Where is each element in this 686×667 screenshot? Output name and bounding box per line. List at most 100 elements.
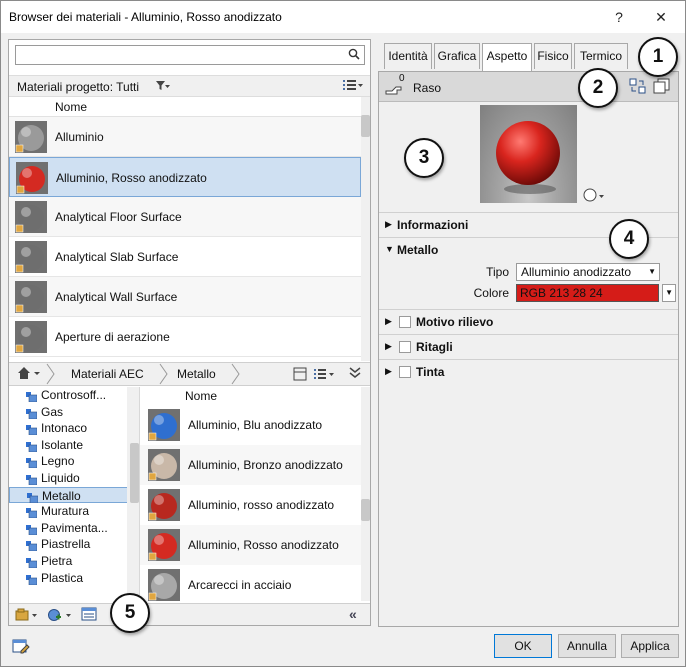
open-library-icon[interactable] <box>15 608 41 625</box>
library-folder-icon <box>26 423 38 436</box>
material-row[interactable]: Aperture di aerazione <box>9 317 361 357</box>
section-ritagli-label: Ritagli <box>416 340 453 354</box>
tree-item[interactable]: Plastica <box>9 570 139 587</box>
search-icon[interactable] <box>348 48 360 63</box>
tree-item[interactable]: Isolante <box>9 437 139 454</box>
tab-aspetto[interactable]: Aspetto <box>482 43 532 71</box>
colore-label: Colore <box>473 286 509 300</box>
filter-icon[interactable] <box>155 80 171 95</box>
help-button[interactable]: ? <box>599 4 639 30</box>
library-material-name: Alluminio, Rosso anodizzato <box>188 538 339 552</box>
tree-item[interactable]: Intonaco <box>9 420 139 437</box>
section-ritagli[interactable]: ▶ Ritagli <box>379 334 678 359</box>
section-motivo-rilievo[interactable]: ▶ Motivo rilievo <box>379 309 678 334</box>
tree-item-label: Pietra <box>41 553 73 568</box>
material-thumbnail <box>15 121 47 153</box>
tree-item[interactable]: Pavimenta... <box>9 520 139 537</box>
tree-item[interactable]: Gas <box>9 404 139 421</box>
colore-value: RGB 213 28 24 <box>520 286 603 300</box>
library-row[interactable]: Alluminio, Blu anodizzato <box>140 405 361 445</box>
tree-scrollbar[interactable] <box>127 387 139 601</box>
tree-item-label: Legno <box>41 454 75 469</box>
home-icon[interactable] <box>17 366 43 383</box>
tree-item[interactable]: Legno <box>9 453 139 470</box>
library-row[interactable]: Alluminio, rosso anodizzato <box>140 485 361 525</box>
collapse-triangle-icon[interactable]: ▼ <box>385 244 394 254</box>
library-view-icon[interactable] <box>313 367 337 384</box>
asset-name: Raso <box>413 81 442 95</box>
expand-down-icon[interactable] <box>349 366 361 383</box>
library-toggle-icon[interactable] <box>293 367 307 384</box>
material-row[interactable]: Alluminio <box>9 117 361 157</box>
material-row[interactable]: Analytical Floor Surface <box>9 197 361 237</box>
tree-item-label: Metallo <box>42 488 81 503</box>
tab-grafica[interactable]: Grafica <box>434 43 480 69</box>
library-folder-icon <box>26 473 38 486</box>
cancel-button[interactable]: Annulla <box>558 634 616 658</box>
left-panel: Materiali progetto: Tutti Nome Alluminio… <box>8 39 371 626</box>
tree-item-label: Muratura <box>41 504 90 519</box>
library-row[interactable]: Arcarecci in acciaio <box>140 565 361 601</box>
library-name-column-header: Nome <box>185 389 218 403</box>
material-name: Analytical Floor Surface <box>55 210 182 224</box>
search-input[interactable] <box>15 45 365 65</box>
tree-item[interactable]: Controsoff... <box>9 387 139 404</box>
breadcrumb-item-metallo[interactable]: Metallo <box>177 367 216 381</box>
edit-material-icon[interactable] <box>12 638 30 657</box>
material-row[interactable]: Alluminio, Rosso anodizzato <box>9 157 361 197</box>
material-row[interactable]: Analytical Slab Surface <box>9 237 361 277</box>
asset-editor-icon[interactable] <box>81 607 97 624</box>
breadcrumb-item-aec[interactable]: Materiali AEC <box>71 367 144 381</box>
library-row[interactable]: Alluminio, Bronzo anodizzato <box>140 445 361 485</box>
project-materials-bar: Materiali progetto: Tutti <box>9 75 370 97</box>
library-material-name: Alluminio, Bronzo anodizzato <box>188 458 343 472</box>
material-name: Analytical Wall Surface <box>55 290 178 304</box>
title-bar: Browser dei materiali - Alluminio, Rosso… <box>1 1 685 33</box>
tipo-select[interactable]: Alluminio anodizzato ▼ <box>516 263 660 281</box>
material-row[interactable]: Analytical Wall Surface <box>9 277 361 317</box>
colore-swatch[interactable]: RGB 213 28 24 <box>516 284 659 302</box>
breadcrumb-separator-icon <box>231 363 241 388</box>
preview-options-icon[interactable] <box>583 187 607 206</box>
apply-button[interactable]: Applica <box>621 634 679 658</box>
library-folder-icon <box>26 456 38 469</box>
ritagli-checkbox[interactable] <box>399 341 411 353</box>
section-tinta[interactable]: ▶ Tinta <box>379 359 678 384</box>
colore-options-button[interactable]: ▼ <box>662 284 676 302</box>
expand-triangle-icon: ▶ <box>385 341 392 351</box>
list-view-icon[interactable] <box>342 79 364 94</box>
tinta-checkbox[interactable] <box>399 366 411 378</box>
tab-identita[interactable]: Identità <box>384 43 432 69</box>
library-list-header[interactable]: Nome <box>140 387 361 405</box>
tab-fisico[interactable]: Fisico <box>534 43 572 69</box>
motivo-rilievo-checkbox[interactable] <box>399 316 411 328</box>
breadcrumb-separator-icon <box>159 363 169 388</box>
library-thumbnail <box>148 529 180 561</box>
library-list-scrollbar[interactable] <box>361 387 370 601</box>
library-row[interactable]: Alluminio, Rosso anodizzato <box>140 525 361 565</box>
library-material-name: Alluminio, Blu anodizzato <box>188 418 323 432</box>
material-preview <box>480 105 577 203</box>
close-button[interactable]: ✕ <box>641 4 681 30</box>
tree-item-label: Liquido <box>41 470 80 485</box>
material-list-scrollbar[interactable] <box>361 97 370 361</box>
tipo-label: Tipo <box>486 265 509 279</box>
library-material-list: Nome Alluminio, Blu anodizzato Alluminio,… <box>140 387 361 601</box>
replace-asset-icon[interactable] <box>629 78 647 97</box>
tab-termico[interactable]: Termico <box>574 43 628 69</box>
material-list-header[interactable]: Nome <box>9 97 361 117</box>
expand-triangle-icon: ▶ <box>385 316 392 326</box>
library-toolbar: « <box>9 603 370 625</box>
ok-button[interactable]: OK <box>494 634 552 658</box>
tree-item[interactable]: Pietra <box>9 553 139 570</box>
collapse-library-button[interactable]: « <box>349 606 357 622</box>
tree-item[interactable]: Muratura <box>9 503 139 520</box>
duplicate-asset-icon[interactable] <box>653 78 671 97</box>
tree-item[interactable]: Metallo <box>9 486 139 504</box>
library-material-name: Alluminio, rosso anodizzato <box>188 498 335 512</box>
library-thumbnail <box>148 489 180 521</box>
tree-item[interactable]: Piastrella <box>9 536 139 553</box>
breadcrumb: Materiali AEC Metallo <box>9 362 370 386</box>
create-material-icon[interactable] <box>47 608 75 625</box>
tree-item[interactable]: Liquido <box>9 470 139 487</box>
